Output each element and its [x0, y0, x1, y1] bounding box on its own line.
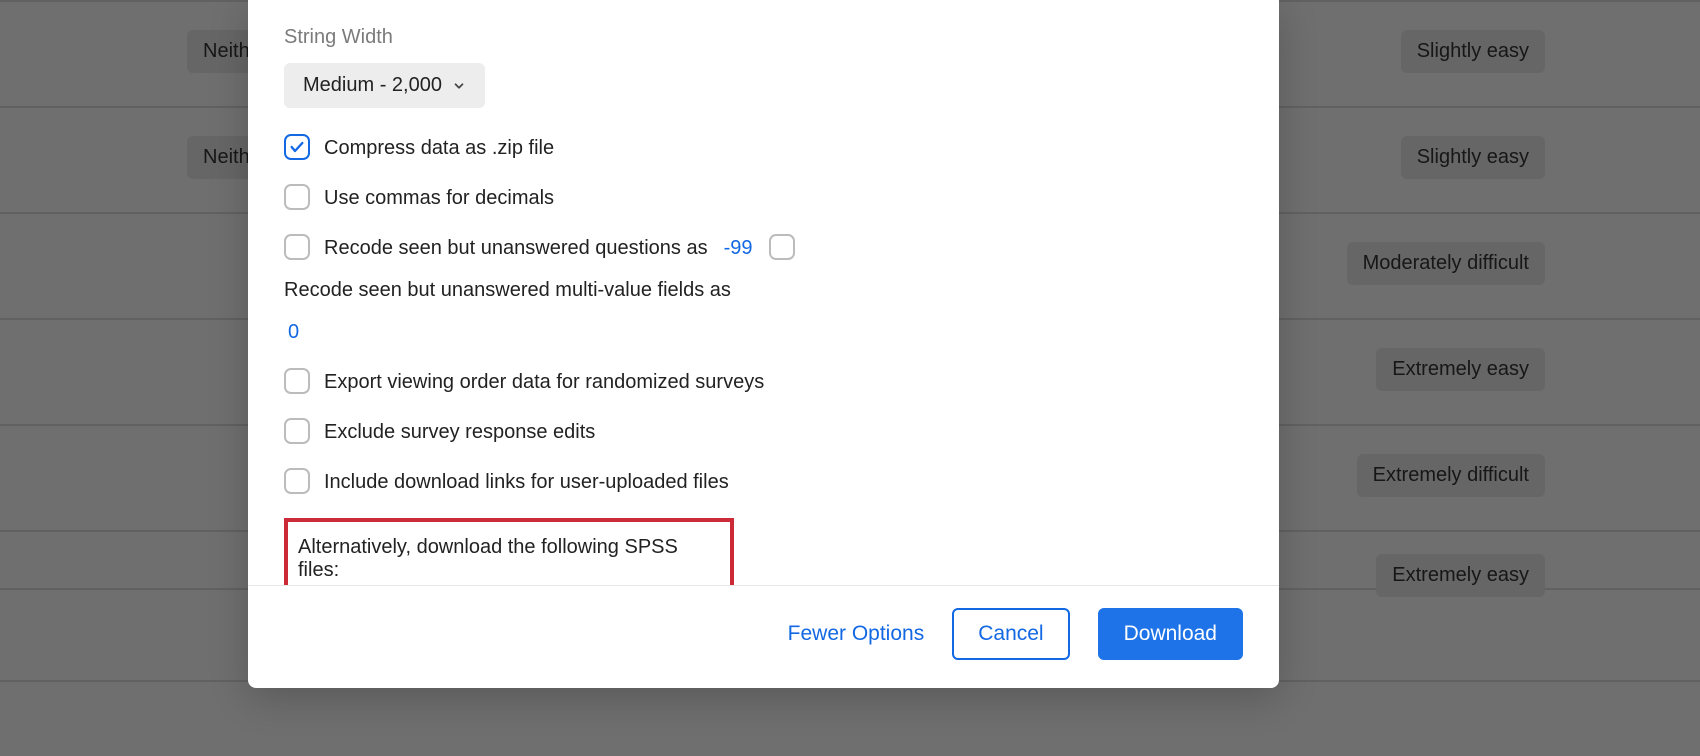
string-width-dropdown[interactable]: Medium - 2,000: [284, 63, 485, 108]
checkbox-compress[interactable]: [284, 134, 310, 160]
checkbox-commas[interactable]: [284, 184, 310, 210]
checkbox-include-uploads[interactable]: [284, 468, 310, 494]
option-label: Export viewing order data for randomized…: [324, 366, 764, 398]
dialog-footer: Fewer Options Cancel Download: [248, 585, 1279, 688]
option-recode-row: Recode seen but unanswered questions as …: [284, 226, 1243, 354]
option-label: Recode seen but unanswered questions as: [324, 232, 708, 264]
checkbox-exclude-edits[interactable]: [284, 418, 310, 444]
option-label: Use commas for decimals: [324, 182, 554, 214]
recode-multivalue-value[interactable]: 0: [284, 316, 1243, 348]
option-compress: Compress data as .zip file: [284, 126, 1243, 170]
option-commas: Use commas for decimals: [284, 176, 1243, 220]
option-export-order: Export viewing order data for randomized…: [284, 360, 1243, 404]
option-include-uploads: Include download links for user-uploaded…: [284, 460, 1243, 504]
checkbox-export-order[interactable]: [284, 368, 310, 394]
fewer-options-button[interactable]: Fewer Options: [788, 622, 925, 646]
string-width-label: String Width: [284, 26, 1243, 49]
checkbox-recode-multivalue[interactable]: [769, 234, 795, 260]
option-label: Exclude survey response edits: [324, 416, 595, 448]
option-label: Include download links for user-uploaded…: [324, 466, 729, 498]
option-label: Recode seen but unanswered multi-value f…: [284, 274, 731, 306]
recode-unanswered-value[interactable]: -99: [722, 232, 755, 264]
spss-alt-block: Alternatively, download the following SP…: [284, 518, 734, 585]
dialog-body: String Width Medium - 2,000 Compress dat…: [248, 0, 1279, 585]
cancel-button[interactable]: Cancel: [952, 608, 1069, 660]
options-list: Compress data as .zip file Use commas fo…: [284, 126, 1243, 504]
spss-alt-text: Alternatively, download the following SP…: [298, 536, 712, 582]
download-dialog: String Width Medium - 2,000 Compress dat…: [248, 0, 1279, 688]
string-width-value: Medium - 2,000: [303, 74, 442, 97]
checkbox-recode-unanswered[interactable]: [284, 234, 310, 260]
option-label: Compress data as .zip file: [324, 132, 554, 164]
option-exclude-edits: Exclude survey response edits: [284, 410, 1243, 454]
download-button[interactable]: Download: [1098, 608, 1243, 660]
chevron-down-icon: [452, 79, 466, 93]
